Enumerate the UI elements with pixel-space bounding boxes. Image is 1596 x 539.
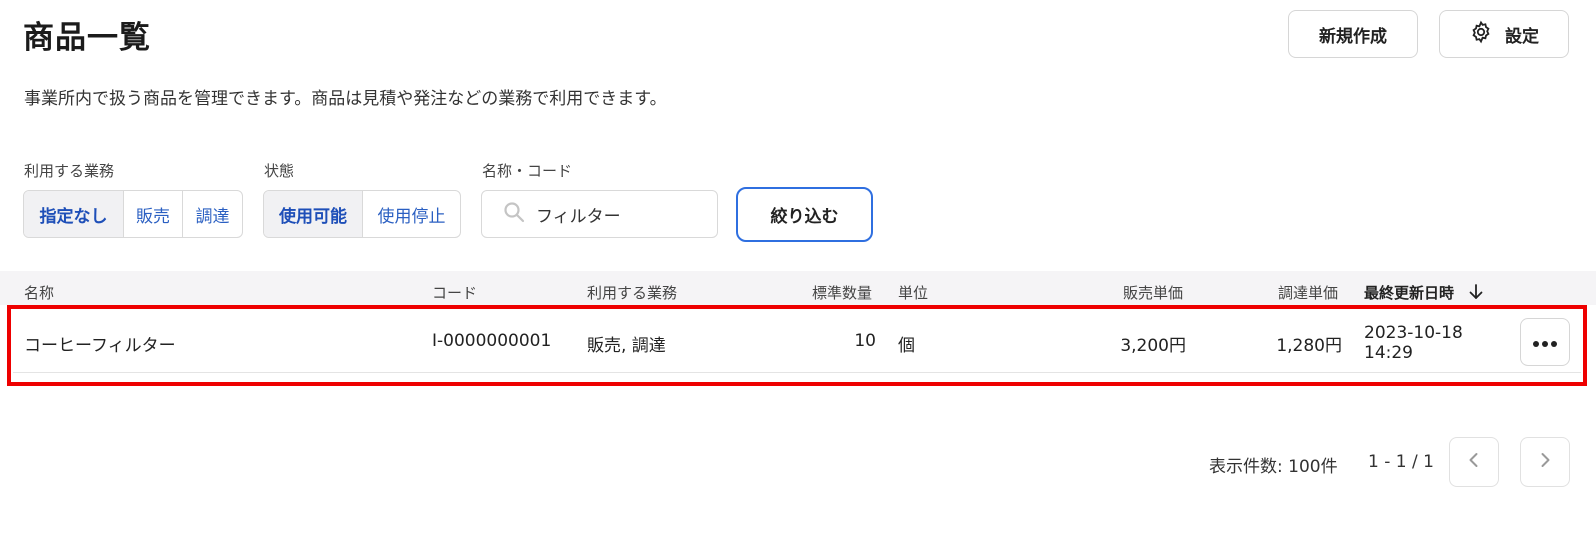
cell-sales-price: 3,200円: [1120, 336, 1186, 356]
new-item-button[interactable]: 新規作成: [1288, 10, 1418, 58]
cell-purchase-price: 1,280円: [1276, 336, 1342, 356]
business-filter-label: 利用する業務: [24, 162, 115, 180]
gear-icon: [1469, 20, 1493, 49]
settings-button[interactable]: 設定: [1439, 10, 1569, 58]
column-header-sales-price[interactable]: 販売単価: [1123, 282, 1183, 303]
cell-business: 販売, 調達: [587, 336, 666, 356]
business-option-sales[interactable]: 販売: [123, 191, 182, 237]
row-divider: [13, 372, 1581, 373]
status-option-active[interactable]: 使用可能: [264, 191, 362, 237]
cell-updated-at: 2023-10-18 14:29: [1364, 323, 1463, 363]
column-header-quantity[interactable]: 標準数量: [812, 282, 872, 303]
business-filter: 指定なし 販売 調達: [23, 190, 243, 238]
page-description: 事業所内で扱う商品を管理できます。商品は見積や発注などの業務で利用できます。: [24, 89, 667, 109]
highlighted-table-row: [7, 305, 1587, 386]
search-icon: [502, 200, 536, 228]
business-option-procurement[interactable]: 調達: [182, 191, 242, 237]
status-filter-label: 状態: [264, 162, 295, 180]
cell-quantity: 10: [854, 331, 876, 351]
column-header-unit[interactable]: 単位: [898, 282, 928, 303]
cell-code: I-0000000001: [432, 331, 552, 351]
settings-button-label: 設定: [1505, 26, 1539, 47]
cell-name: コーヒーフィルター: [24, 336, 176, 356]
next-page-button[interactable]: [1520, 437, 1570, 487]
status-filter: 使用可能 使用停止: [263, 190, 461, 238]
column-header-updated-at-label: 最終更新日時: [1364, 284, 1455, 302]
search-field[interactable]: [481, 190, 718, 238]
arrow-down-icon: [1469, 283, 1483, 304]
page-size-label[interactable]: 表示件数: 100件: [1209, 452, 1338, 477]
cell-unit: 個: [898, 336, 915, 356]
column-header-updated-at[interactable]: 最終更新日時: [1364, 282, 1483, 304]
column-header-name[interactable]: 名称: [24, 282, 54, 303]
apply-filter-button[interactable]: 絞り込む: [736, 187, 873, 242]
chevron-left-icon: [1465, 451, 1483, 473]
status-option-stopped[interactable]: 使用停止: [362, 191, 460, 237]
search-input[interactable]: [536, 204, 696, 224]
page-title: 商品一覧: [23, 20, 151, 56]
business-option-none[interactable]: 指定なし: [24, 191, 123, 237]
search-filter-label: 名称・コード: [482, 162, 573, 180]
column-header-code[interactable]: コード: [432, 282, 477, 303]
column-header-business[interactable]: 利用する業務: [587, 282, 677, 303]
chevron-right-icon: [1536, 451, 1554, 473]
column-header-purchase-price[interactable]: 調達単価: [1278, 282, 1338, 303]
table-header: [0, 271, 1596, 305]
row-more-button[interactable]: [1520, 318, 1570, 366]
more-horizontal-icon: [1532, 333, 1558, 352]
pagination-range: 1 - 1 / 1: [1368, 452, 1434, 472]
prev-page-button[interactable]: [1449, 437, 1499, 487]
